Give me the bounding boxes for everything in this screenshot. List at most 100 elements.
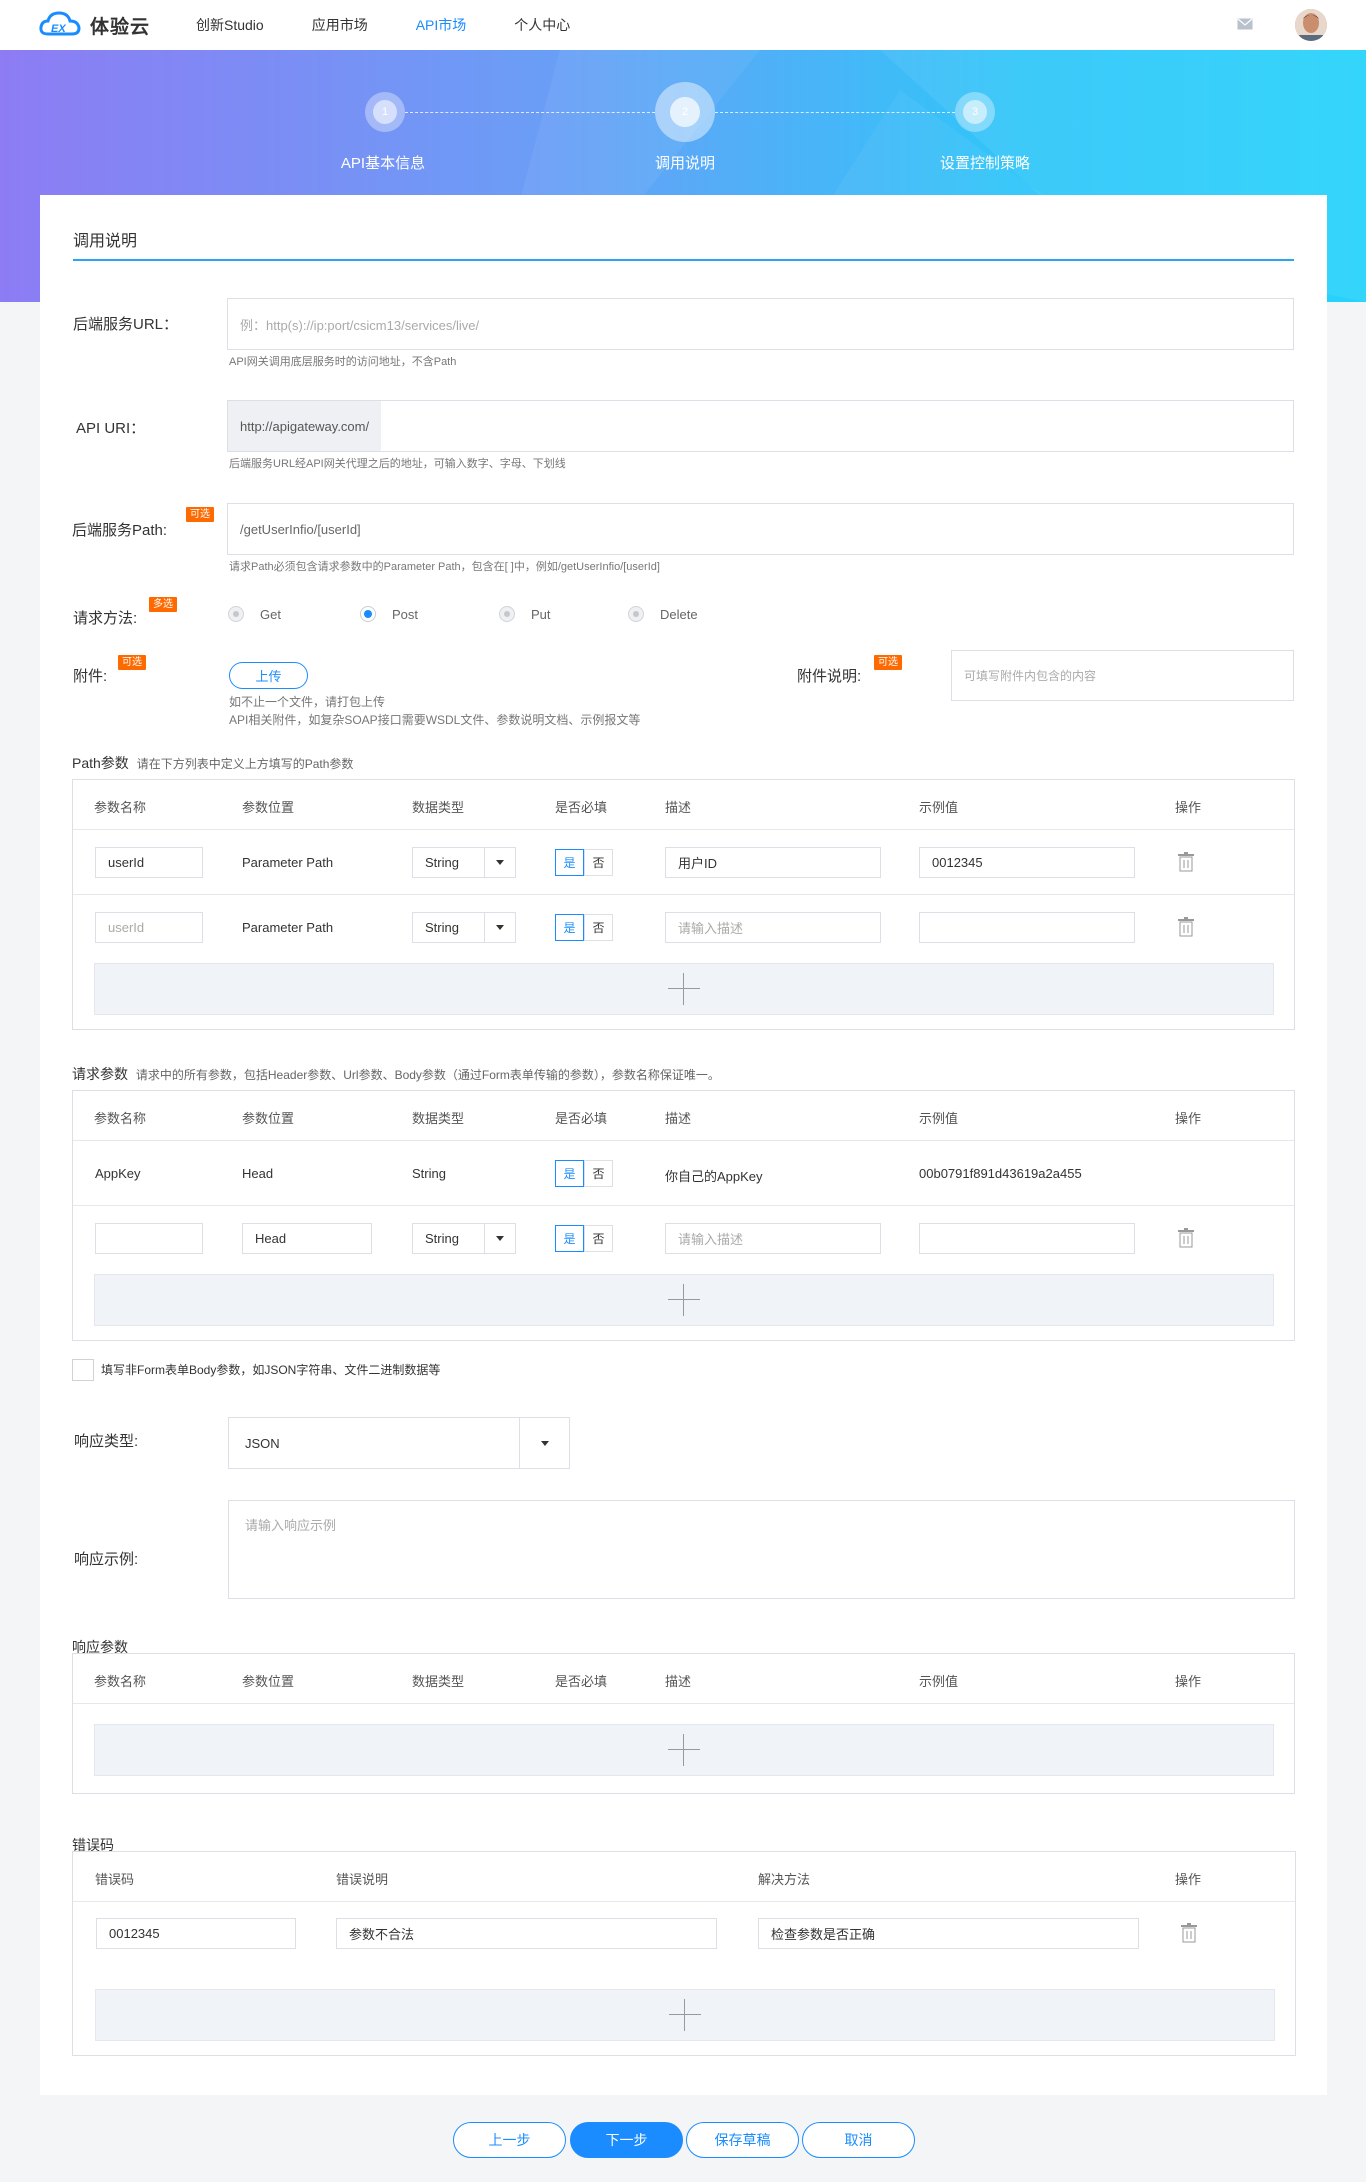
method-post-label: Post: [392, 606, 419, 622]
example-input[interactable]: [919, 912, 1135, 943]
column-header: 参数位置: [242, 1111, 295, 1126]
body-param-checkbox[interactable]: [72, 1359, 94, 1381]
param-example: 00b0791f891d43619a2a455: [919, 1166, 1082, 1181]
example-input[interactable]: [919, 1223, 1135, 1254]
method-delete-radio[interactable]: Delete: [628, 606, 698, 622]
nav-link-studio[interactable]: 创新Studio: [196, 15, 264, 35]
method-put-label: Put: [531, 606, 551, 622]
api-uri-input[interactable]: http://apigateway.com/: [227, 400, 1294, 452]
response-example-textarea[interactable]: 请输入响应示例: [228, 1500, 1295, 1599]
example-input[interactable]: 0012345: [919, 847, 1135, 878]
param-name-input[interactable]: userId: [95, 847, 203, 878]
logo-text: 体验云: [90, 16, 151, 38]
backend-path-input[interactable]: /getUserInfio/[userId]: [227, 503, 1294, 555]
path-params-table: 参数名称 参数位置 数据类型 是否必填 描述 示例值 操作 userId Par…: [72, 779, 1295, 1030]
nav-link-api-market[interactable]: API市场: [416, 15, 467, 35]
error-code-input[interactable]: 0012345: [96, 1918, 296, 1949]
param-name-input[interactable]: [95, 1223, 203, 1254]
attachment-hint-1: 如不止一个文件，请打包上传: [229, 695, 386, 709]
method-put-radio[interactable]: Put: [499, 606, 551, 622]
step-3-label: 设置控制策略: [939, 155, 1030, 172]
response-type-select[interactable]: JSON: [228, 1417, 570, 1469]
required-yes[interactable]: 是: [555, 914, 584, 941]
response-type-value: JSON: [245, 1435, 280, 1451]
next-step-button[interactable]: 下一步: [570, 2122, 683, 2158]
column-header: 描述: [665, 1111, 692, 1126]
required-no[interactable]: 否: [584, 849, 613, 876]
mail-icon[interactable]: [1237, 17, 1253, 31]
trash-icon[interactable]: [1178, 852, 1194, 872]
progress-steps: 1 2 3 API基本信息 调用说明 设置控制策略: [0, 50, 1366, 200]
response-type-label: 响应类型:: [74, 1433, 139, 1450]
backend-path-hint: 请求Path必须包含请求参数中的Parameter Path，包含在[ ]中，例…: [229, 561, 660, 573]
param-name-input[interactable]: userId: [95, 912, 203, 943]
add-row-button[interactable]: [95, 1989, 1275, 2041]
trash-icon[interactable]: [1181, 1923, 1197, 1943]
data-type-select[interactable]: String: [412, 1223, 516, 1254]
required-no[interactable]: 否: [584, 1160, 613, 1187]
required-toggle[interactable]: 是否: [555, 1225, 613, 1252]
chevron-down-icon: [484, 1224, 515, 1253]
param-type: String: [412, 1166, 446, 1181]
section-underline: [73, 259, 1294, 261]
trash-icon[interactable]: [1178, 917, 1194, 937]
column-header: 操作: [1175, 800, 1202, 815]
method-get-label: Get: [260, 606, 281, 622]
required-no[interactable]: 否: [584, 914, 613, 941]
data-type-value: String: [425, 1231, 459, 1246]
method-get-radio[interactable]: Get: [228, 606, 281, 622]
column-header: 解决方法: [758, 1872, 811, 1887]
description-input[interactable]: 用户ID: [665, 847, 881, 878]
description-input[interactable]: 请输入描述: [665, 912, 881, 943]
step-2-label: 调用说明: [654, 155, 715, 172]
required-toggle[interactable]: 是否: [555, 849, 613, 876]
column-header: 操作: [1175, 1872, 1202, 1887]
error-solution-input[interactable]: 检查参数是否正确: [758, 1918, 1139, 1949]
attachment-desc-input[interactable]: 可填写附件内包含的内容: [951, 650, 1294, 701]
backend-url-input[interactable]: 例：http(s)://ip:port/csicm13/services/liv…: [227, 298, 1294, 350]
method-label: 请求方法:: [73, 610, 138, 627]
required-no[interactable]: 否: [584, 1225, 613, 1252]
table-row: userId Parameter Path String 是否 用户ID 001…: [73, 830, 1294, 895]
table-row: userId Parameter Path String 是否 请输入描述: [73, 895, 1294, 960]
cancel-button[interactable]: 取消: [802, 2122, 915, 2158]
data-type-select[interactable]: String: [412, 912, 516, 943]
logo[interactable]: EX 体验云: [38, 10, 150, 40]
column-header: 参数名称: [94, 1111, 147, 1126]
upload-button[interactable]: 上传: [229, 662, 308, 689]
attachment-label: 附件:: [73, 668, 108, 685]
required-toggle[interactable]: 是否: [555, 914, 613, 941]
step-1-number: 1: [373, 100, 397, 124]
column-header: 数据类型: [412, 1674, 465, 1689]
param-description: 你自己的AppKey: [665, 1169, 763, 1184]
column-header: 错误码: [95, 1872, 135, 1887]
data-type-select[interactable]: String: [412, 847, 516, 878]
method-post-radio[interactable]: Post: [360, 606, 418, 622]
required-yes[interactable]: 是: [555, 849, 584, 876]
table-header: 参数名称 参数位置 数据类型 是否必填 描述 示例值 操作: [73, 1654, 1294, 1704]
table-row: AppKey Head String 是否 你自己的AppKey 00b0791…: [73, 1141, 1294, 1206]
add-row-button[interactable]: [94, 963, 1274, 1015]
required-yes[interactable]: 是: [555, 1160, 584, 1187]
nav-link-personal-center[interactable]: 个人中心: [514, 15, 570, 35]
column-header: 是否必填: [555, 1111, 608, 1126]
table-row: 0012345 参数不合法 检查参数是否正确: [73, 1902, 1295, 1967]
avatar[interactable]: [1295, 9, 1327, 41]
plus-icon: [668, 1284, 700, 1316]
column-header: 参数位置: [242, 1674, 295, 1689]
optional-tag: 可选: [118, 655, 146, 670]
save-draft-button[interactable]: 保存草稿: [686, 2122, 799, 2158]
step-connector: [405, 112, 655, 113]
required-yes[interactable]: 是: [555, 1225, 584, 1252]
cloud-logo-icon: EX: [39, 11, 81, 36]
add-row-button[interactable]: [94, 1274, 1274, 1326]
add-row-button[interactable]: [94, 1724, 1274, 1776]
nav-link-app-market[interactable]: 应用市场: [312, 15, 368, 35]
description-input[interactable]: 请输入描述: [665, 1223, 881, 1254]
param-position-input[interactable]: Head: [242, 1223, 372, 1254]
required-toggle[interactable]: 是否: [555, 1160, 613, 1187]
column-header: 示例值: [919, 800, 959, 815]
prev-step-button[interactable]: 上一步: [453, 2122, 566, 2158]
trash-icon[interactable]: [1178, 1228, 1194, 1248]
error-desc-input[interactable]: 参数不合法: [336, 1918, 717, 1949]
